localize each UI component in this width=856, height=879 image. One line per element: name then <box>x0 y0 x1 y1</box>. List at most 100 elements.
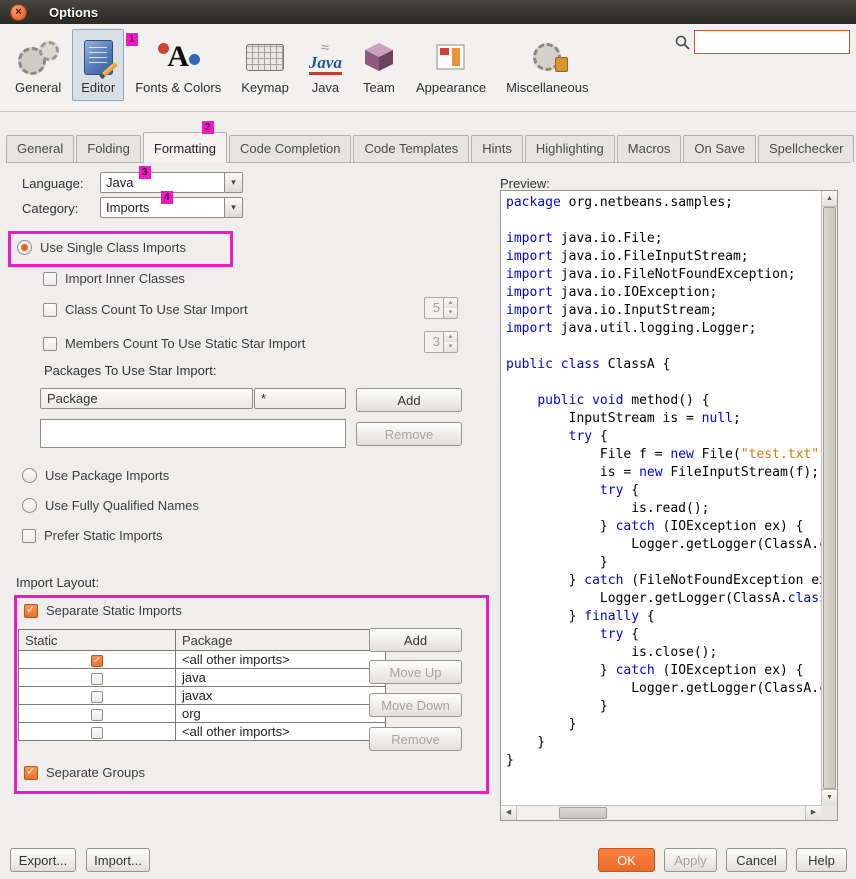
radio-label: Use Package Imports <box>45 468 169 483</box>
toolbar-item-team[interactable]: Team <box>353 29 405 101</box>
package-cell[interactable]: javax <box>176 687 386 705</box>
checkbox-unchecked-icon[interactable] <box>91 673 103 685</box>
star-remove-button[interactable]: Remove <box>356 422 462 446</box>
members-count-checkbox[interactable]: Members Count To Use Static Star Import <box>43 335 305 352</box>
spinner-value: 5 <box>425 298 443 318</box>
chevron-down-icon[interactable]: ▾ <box>224 173 242 192</box>
toolbar-item-label: Appearance <box>416 80 486 95</box>
class-count-checkbox[interactable]: Class Count To Use Star Import <box>43 301 248 318</box>
package-cell[interactable]: <all other imports> <box>176 651 386 669</box>
checkbox-checked-icon[interactable] <box>91 655 103 667</box>
toolbar-item-java[interactable]: ≈JavaJava <box>300 29 351 101</box>
toolbar-item-appearance[interactable]: Appearance <box>407 29 495 101</box>
move-down-button[interactable]: Move Down <box>369 693 462 717</box>
spinner-arrows-icon[interactable]: ▴▾ <box>443 298 457 318</box>
tab-code-templates[interactable]: Code Templates <box>353 135 469 162</box>
language-value: Java <box>101 175 224 190</box>
import-layout-label: Import Layout: <box>16 575 99 590</box>
scrollbar-thumb[interactable] <box>823 207 836 789</box>
toolbar-item-label: Editor <box>81 80 115 95</box>
package-cell[interactable]: java <box>176 669 386 687</box>
separate-groups-checkbox[interactable]: Separate Groups <box>24 764 145 781</box>
help-button[interactable]: Help <box>796 848 847 872</box>
scroll-left-icon[interactable]: ◀ <box>501 806 517 820</box>
horizontal-scrollbar[interactable]: ◀ ▶ <box>501 805 821 820</box>
toolbar-items: General Editor AFonts & ColorsKeymap≈JavaJ… <box>6 29 599 101</box>
language-dropdown[interactable]: Java ▾ <box>100 172 243 193</box>
tab-macros[interactable]: Macros <box>617 135 682 162</box>
table-row[interactable]: <all other imports> <box>19 723 386 741</box>
layout-add-button[interactable]: Add <box>369 628 462 652</box>
export-button[interactable]: Export... <box>10 848 76 872</box>
cancel-button[interactable]: Cancel <box>726 848 787 872</box>
scrollbar-thumb[interactable] <box>559 807 607 819</box>
radio-unselected-icon <box>22 498 37 513</box>
toolbar-item-keymap[interactable]: Keymap <box>232 29 298 101</box>
search-input[interactable] <box>694 30 850 54</box>
checkbox-unchecked-icon <box>22 529 36 543</box>
tab-hints[interactable]: Hints <box>471 135 523 162</box>
table-row[interactable]: <all other imports> <box>19 651 386 669</box>
appearance-icon <box>434 36 468 78</box>
toolbar-item-fonts-colors[interactable]: AFonts & Colors <box>126 29 230 101</box>
apply-button[interactable]: Apply <box>664 848 717 872</box>
tab-general[interactable]: General <box>6 135 74 162</box>
vertical-scrollbar[interactable]: ▲ ▼ <box>821 191 837 805</box>
members-count-spinner[interactable]: 3 ▴▾ <box>424 331 458 353</box>
tab-formatting[interactable]: Formatting <box>143 132 227 163</box>
package-column-header[interactable]: Package <box>176 630 386 651</box>
star-wildcard-column-header[interactable]: * <box>254 388 346 409</box>
use-package-imports-radio[interactable]: Use Package Imports <box>22 467 169 484</box>
language-label: Language: <box>22 176 83 191</box>
scroll-right-icon[interactable]: ▶ <box>805 806 821 820</box>
star-import-table-body[interactable] <box>40 419 346 448</box>
tab-on-save[interactable]: On Save <box>683 135 756 162</box>
use-fully-qualified-radio[interactable]: Use Fully Qualified Names <box>22 497 199 514</box>
checkbox-unchecked-icon[interactable] <box>91 691 103 703</box>
team-icon <box>362 36 396 78</box>
prefer-static-imports-checkbox[interactable]: Prefer Static Imports <box>22 527 162 544</box>
import-inner-classes-checkbox[interactable]: Import Inner Classes <box>43 270 185 287</box>
checkbox-label: Class Count To Use Star Import <box>65 302 248 317</box>
star-package-column-header[interactable]: Package <box>40 388 253 409</box>
preview-pane: package org.netbeans.samples; import jav… <box>500 190 838 821</box>
radio-selected-icon <box>17 240 32 255</box>
scroll-up-icon[interactable]: ▲ <box>822 191 837 207</box>
package-cell[interactable]: org <box>176 705 386 723</box>
tab-spellchecker[interactable]: Spellchecker <box>758 135 854 162</box>
table-row[interactable]: org <box>19 705 386 723</box>
miscellaneous-icon <box>533 36 561 78</box>
toolbar-item-label: Java <box>312 80 339 95</box>
chevron-down-icon[interactable]: ▾ <box>224 198 242 217</box>
star-add-button[interactable]: Add <box>356 388 462 412</box>
scroll-down-icon[interactable]: ▼ <box>822 789 837 805</box>
annotation-marker-1: 1 <box>126 33 138 46</box>
import-button[interactable]: Import... <box>86 848 150 872</box>
tab-highlighting[interactable]: Highlighting <box>525 135 615 162</box>
checkbox-unchecked-icon[interactable] <box>91 727 103 739</box>
class-count-spinner[interactable]: 5 ▴▾ <box>424 297 458 319</box>
titlebar[interactable]: × Options <box>0 0 856 24</box>
spinner-arrows-icon[interactable]: ▴▾ <box>443 332 457 352</box>
checkbox-label: Separate Groups <box>46 765 145 780</box>
use-single-class-imports-radio[interactable]: Use Single Class Imports <box>17 239 186 256</box>
ok-button[interactable]: OK <box>598 848 655 872</box>
code-editor[interactable]: package org.netbeans.samples; import jav… <box>501 191 821 805</box>
table-row[interactable]: java <box>19 669 386 687</box>
tab-folding[interactable]: Folding <box>76 135 141 162</box>
table-row[interactable]: javax <box>19 687 386 705</box>
static-column-header[interactable]: Static <box>19 630 176 651</box>
move-up-button[interactable]: Move Up <box>369 660 462 684</box>
toolbar-item-editor[interactable]: Editor <box>72 29 124 101</box>
tab-code-completion[interactable]: Code Completion <box>229 135 351 162</box>
toolbar-item-miscellaneous[interactable]: Miscellaneous <box>497 29 597 101</box>
checkbox-unchecked-icon[interactable] <box>91 709 103 721</box>
separate-static-imports-checkbox[interactable]: Separate Static Imports <box>24 602 182 619</box>
import-layout-table: Static Package <all other imports>javaja… <box>18 629 386 741</box>
close-button[interactable]: × <box>10 4 27 21</box>
toolbar-item-general[interactable]: General <box>6 29 70 101</box>
scrollbar-corner <box>821 805 837 820</box>
package-cell[interactable]: <all other imports> <box>176 723 386 741</box>
spinner-value: 3 <box>425 332 443 352</box>
layout-remove-button[interactable]: Remove <box>369 727 462 751</box>
